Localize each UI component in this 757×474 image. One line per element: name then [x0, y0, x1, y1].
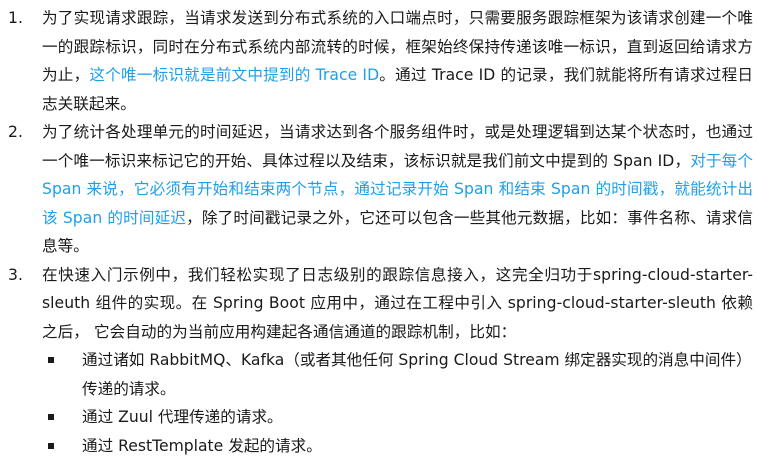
bullet-text: 通过 Zuul 代理传递的请求。 — [82, 408, 283, 426]
paragraph-text: 为了统计各处理单元的时间延迟，当请求达到各个服务组件时，或是处理逻辑到达某个状态… — [42, 123, 753, 170]
list-number: 3. — [8, 265, 23, 284]
list-number: 1. — [8, 9, 23, 27]
highlighted-text: 这个唯一标识就是前文中提到的 Trace ID — [89, 66, 380, 84]
bullet-text: 通过诸如 RabbitMQ、Kafka（或者其他任何 Spring Cloud … — [82, 351, 752, 398]
list-item-2: 2. 为了统计各处理单元的时间延迟，当请求达到各个服务组件时，或是处理逻辑到达某… — [8, 118, 753, 261]
bullet-item-1: 通过诸如 RabbitMQ、Kafka（或者其他任何 Spring Cloud … — [8, 346, 753, 403]
document-body: 1. 为了实现请求跟踪，当请求发送到分布式系统的入口端点时，只需要服务跟踪框架为… — [0, 0, 757, 474]
list-number: 2. — [8, 123, 23, 141]
list-item-1: 1. 为了实现请求跟踪，当请求发送到分布式系统的入口端点时，只需要服务跟踪框架为… — [8, 4, 753, 118]
square-bullet-icon — [48, 357, 54, 363]
list-item-3: 3. 在快速入门示例中，我们轻松实现了日志级别的跟踪信息接入，这完全归功于spr… — [8, 261, 753, 347]
square-bullet-icon — [48, 414, 54, 420]
bullet-item-3: 通过 RestTemplate 发起的请求。 — [8, 432, 753, 461]
bullet-item-2: 通过 Zuul 代理传递的请求。 — [8, 403, 753, 432]
bullet-text: 通过 RestTemplate 发起的请求。 — [82, 436, 322, 455]
square-bullet-icon — [48, 442, 54, 449]
paragraph-text: 在快速入门示例中，我们轻松实现了日志级别的跟踪信息接入，这完全归功于spring… — [42, 265, 753, 341]
